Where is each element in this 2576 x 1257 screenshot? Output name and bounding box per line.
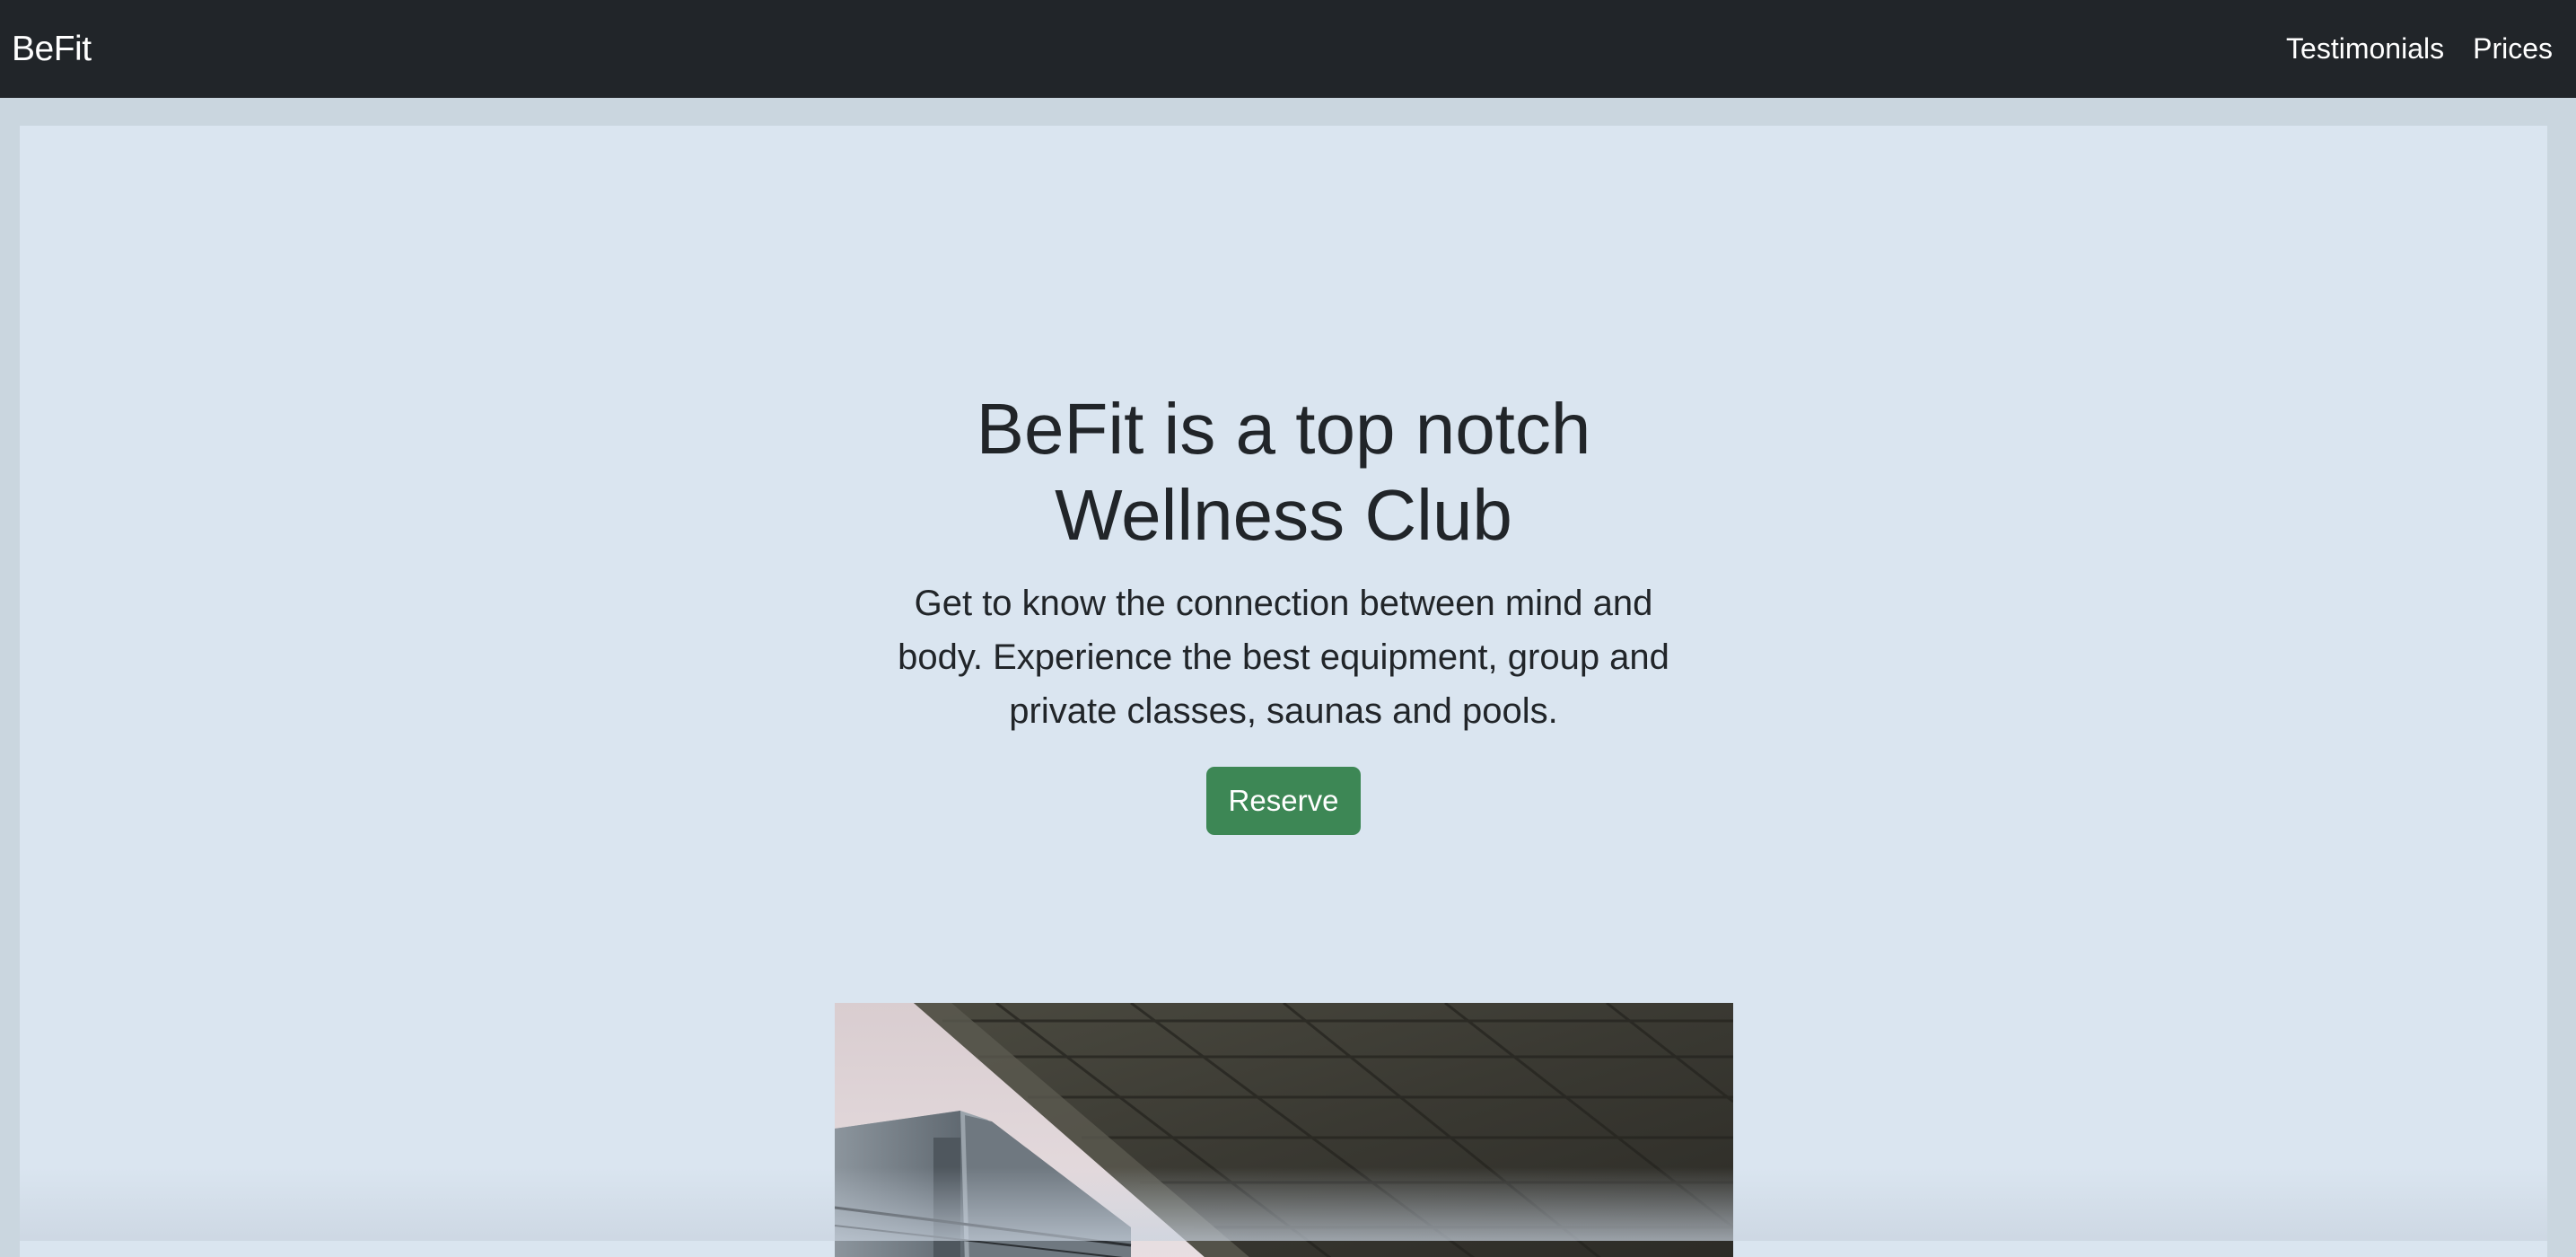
reserve-button[interactable]: Reserve: [1205, 767, 1362, 835]
hero-title: BeFit is a top notch Wellness Club: [976, 389, 1591, 555]
hero-lead-text: Get to know the connection between mind …: [898, 584, 1669, 731]
hero-section: BeFit is a top notch Wellness Club Get t…: [20, 126, 2547, 1257]
hero-content: BeFit is a top notch Wellness Club Get t…: [20, 386, 2547, 835]
nav-link-prices[interactable]: Prices: [2473, 32, 2553, 66]
brand-logo-link[interactable]: BeFit: [12, 30, 92, 69]
building-photo-illustration: [835, 1003, 1733, 1257]
hero-building-image: [835, 1003, 1733, 1257]
top-navbar: BeFit Testimonials Prices: [0, 0, 2576, 98]
nav-links: Testimonials Prices: [2286, 32, 2553, 66]
nav-link-testimonials[interactable]: Testimonials: [2286, 32, 2444, 66]
